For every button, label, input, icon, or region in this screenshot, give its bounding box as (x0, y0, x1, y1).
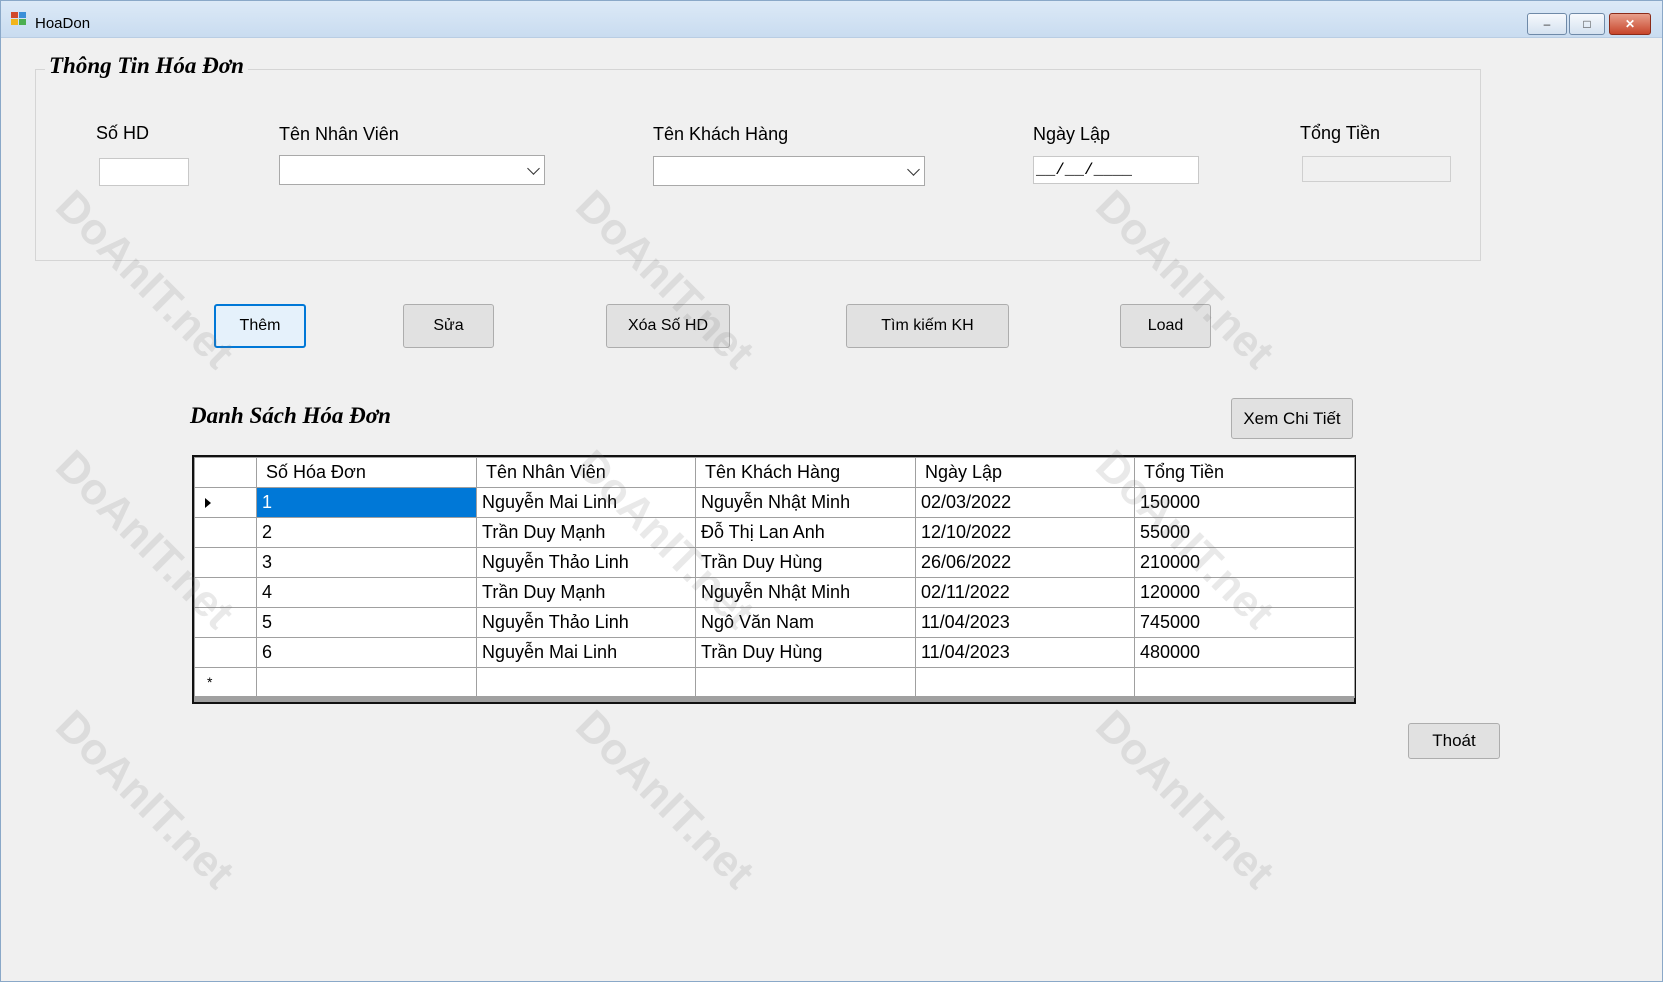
row-header-corner (194, 457, 257, 488)
invoice-info-title: Thông Tin Hóa Đơn (45, 53, 248, 79)
table-row[interactable]: 1 Nguyễn Mai Linh Nguyễn Nhật Minh 02/03… (194, 487, 1355, 518)
tong-tien-input[interactable] (1302, 156, 1451, 182)
table-cell[interactable]: Nguyễn Nhật Minh (695, 487, 916, 518)
table-row[interactable]: 2 Trần Duy Mạnh Đỗ Thị Lan Anh 12/10/202… (194, 517, 1355, 548)
new-row[interactable]: * (194, 667, 1355, 698)
row-header[interactable] (194, 517, 257, 548)
close-icon: ✕ (1624, 17, 1636, 31)
table-cell[interactable]: 12/10/2022 (915, 517, 1135, 548)
table-cell[interactable]: Trần Duy Hùng (695, 547, 916, 578)
row-header[interactable] (194, 547, 257, 578)
column-header[interactable]: Tên Khách Hàng (695, 457, 916, 488)
maximize-button[interactable]: □ (1569, 13, 1605, 35)
load-button[interactable]: Load (1120, 304, 1211, 348)
sua-button[interactable]: Sửa (403, 304, 494, 348)
nhan-vien-combobox[interactable] (279, 155, 545, 185)
table-row[interactable]: 3 Nguyễn Thảo Linh Trần Duy Hùng 26/06/2… (194, 547, 1355, 578)
ngay-lap-label: Ngày Lập (1033, 124, 1111, 144)
table-cell[interactable]: 02/03/2022 (915, 487, 1135, 518)
table-cell[interactable]: Nguyễn Thảo Linh (476, 607, 696, 638)
row-header[interactable] (194, 577, 257, 608)
header-row: Số Hóa Đơn Tên Nhân Viên Tên Khách Hàng … (194, 457, 1355, 488)
khach-hang-label: Tên Khách Hàng (653, 124, 789, 144)
app-icon (11, 12, 27, 26)
them-button[interactable]: Thêm (214, 304, 306, 348)
table-cell[interactable]: 02/11/2022 (915, 577, 1135, 608)
table-cell[interactable]: Nguyễn Nhật Minh (695, 577, 916, 608)
table-cell[interactable]: Nguyễn Mai Linh (476, 637, 696, 668)
title-bar: HoaDon – □ ✕ (1, 1, 1662, 38)
table-cell[interactable] (915, 667, 1135, 698)
minimize-button[interactable]: – (1527, 13, 1567, 35)
chevron-down-icon[interactable] (527, 162, 540, 175)
table-cell[interactable] (256, 667, 477, 698)
watermark-logo: DoAnIT.net (1086, 701, 1284, 899)
maximize-icon: □ (1583, 17, 1591, 31)
table-cell[interactable]: 6 (256, 637, 477, 668)
new-row-icon: * (207, 674, 213, 690)
khach-hang-combobox[interactable] (653, 156, 925, 186)
window-title: HoaDon (35, 15, 91, 32)
table-cell[interactable]: 5 (256, 607, 477, 638)
table-cell[interactable] (476, 667, 696, 698)
table-cell[interactable]: Trần Duy Mạnh (476, 517, 696, 548)
grid-empty-area (194, 696, 1354, 702)
ngay-lap-masked-input[interactable]: __/__/____ (1033, 156, 1199, 184)
table-row[interactable]: 6 Nguyễn Mai Linh Trần Duy Hùng 11/04/20… (194, 637, 1355, 668)
table-row[interactable]: 4 Trần Duy Mạnh Nguyễn Nhật Minh 02/11/2… (194, 577, 1355, 608)
table-cell[interactable]: 745000 (1134, 607, 1355, 638)
table-cell[interactable]: 55000 (1134, 517, 1355, 548)
nhan-vien-label: Tên Nhân Viên (279, 124, 399, 144)
table-row[interactable]: 5 Nguyễn Thảo Linh Ngô Văn Nam 11/04/202… (194, 607, 1355, 638)
invoice-table: Số Hóa Đơn Tên Nhân Viên Tên Khách Hàng … (194, 457, 1355, 698)
watermark-logo: DoAnIT.net (46, 701, 244, 899)
column-header[interactable]: Tổng Tiền (1134, 457, 1355, 488)
table-cell[interactable]: Trần Duy Hùng (695, 637, 916, 668)
table-cell[interactable]: 3 (256, 547, 477, 578)
table-cell[interactable]: Ngô Văn Nam (695, 607, 916, 638)
table-cell[interactable]: Nguyễn Mai Linh (476, 487, 696, 518)
tim-kiem-button[interactable]: Tìm kiếm KH (846, 304, 1009, 348)
invoice-list-title: Danh Sách Hóa Đơn (190, 403, 391, 428)
table-cell[interactable]: 120000 (1134, 577, 1355, 608)
main-window: HoaDon – □ ✕ Thông Tin Hóa Đơn Số HD Tên… (0, 0, 1663, 982)
table-cell[interactable]: 26/06/2022 (915, 547, 1135, 578)
chevron-down-icon[interactable] (907, 163, 920, 176)
so-hd-input[interactable] (99, 158, 189, 186)
table-cell[interactable]: 11/04/2023 (915, 607, 1135, 638)
minimize-icon: – (1543, 17, 1551, 31)
column-header[interactable]: Số Hóa Đơn (256, 457, 477, 488)
close-button[interactable]: ✕ (1609, 13, 1651, 35)
table-cell[interactable]: Đỗ Thị Lan Anh (695, 517, 916, 548)
table-cell[interactable]: 210000 (1134, 547, 1355, 578)
table-cell[interactable]: 480000 (1134, 637, 1355, 668)
table-cell[interactable]: 1 (256, 487, 477, 518)
row-header[interactable] (194, 637, 257, 668)
table-cell[interactable]: 2 (256, 517, 477, 548)
row-header[interactable] (194, 487, 257, 518)
row-header[interactable]: * (194, 667, 257, 698)
tong-tien-label: Tổng Tiền (1300, 123, 1381, 143)
thoat-button[interactable]: Thoát (1408, 723, 1500, 759)
so-hd-label: Số HD (96, 123, 150, 143)
table-cell[interactable] (1134, 667, 1355, 698)
table-cell[interactable]: Trần Duy Mạnh (476, 577, 696, 608)
column-header[interactable]: Tên Nhân Viên (476, 457, 696, 488)
table-cell[interactable]: 150000 (1134, 487, 1355, 518)
xoa-button[interactable]: Xóa Số HD (606, 304, 730, 348)
invoice-datagrid[interactable]: Số Hóa Đơn Tên Nhân Viên Tên Khách Hàng … (192, 455, 1356, 704)
table-cell[interactable]: 11/04/2023 (915, 637, 1135, 668)
table-cell[interactable] (695, 667, 916, 698)
row-header[interactable] (194, 607, 257, 638)
table-cell[interactable]: 4 (256, 577, 477, 608)
xem-chi-tiet-button[interactable]: Xem Chi Tiết (1231, 398, 1353, 439)
table-cell[interactable]: Nguyễn Thảo Linh (476, 547, 696, 578)
watermark-logo: DoAnIT.net (566, 701, 764, 899)
current-row-icon (205, 498, 211, 508)
column-header[interactable]: Ngày Lập (915, 457, 1135, 488)
